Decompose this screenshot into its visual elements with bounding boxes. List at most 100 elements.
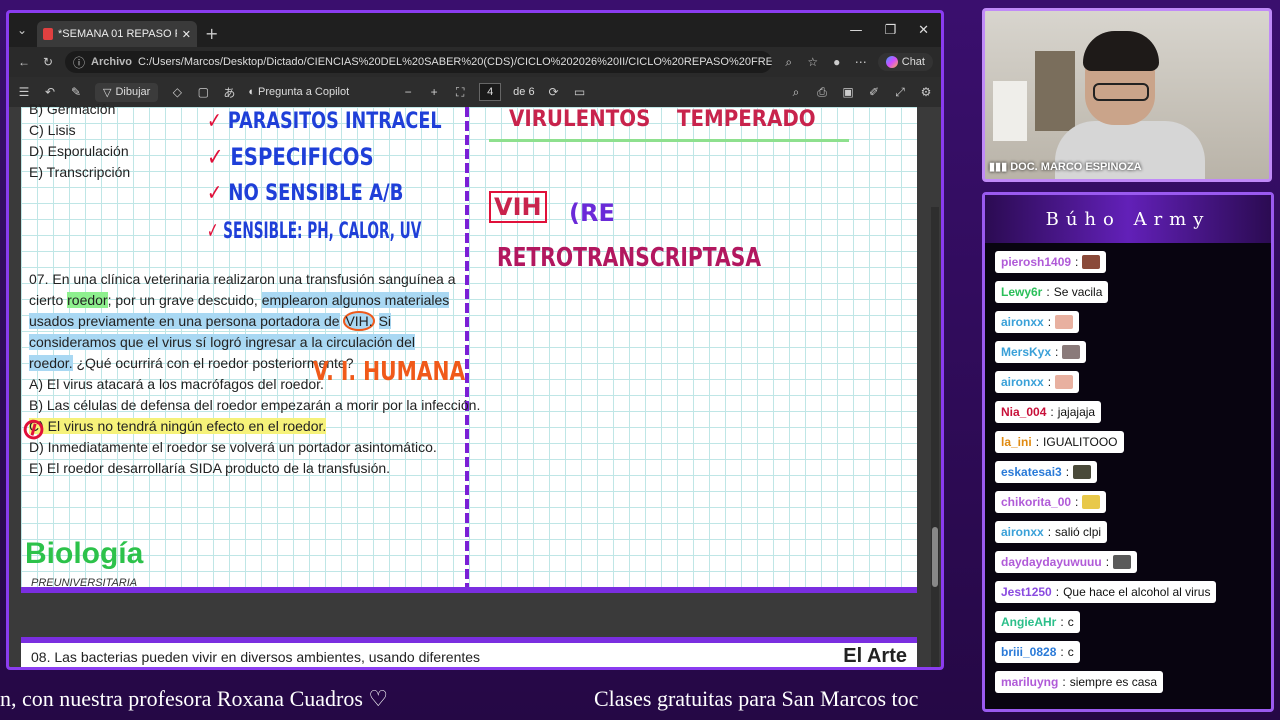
highlight-vih: VIH. [343, 311, 375, 331]
fullscreen-icon[interactable]: ⤢ [893, 85, 907, 99]
webcam-name: DOC. MARCO ESPINOZA [1010, 161, 1142, 173]
search-icon[interactable]: ⌕ [789, 85, 803, 99]
zoom-out-icon[interactable]: − [401, 85, 415, 99]
question-part3: ¿Qué ocurrirá con el roedor posteriormen… [76, 355, 354, 371]
highlight-icon[interactable]: ✎ [69, 85, 83, 99]
chat-message: chikorita_00: [995, 491, 1107, 513]
chat-username[interactable]: chikorita_00 [1001, 495, 1071, 509]
chat-message: Nia_004: jajajaja [995, 401, 1102, 423]
ticker-text-left: n, con nuestra profesora Roxana Cuadros … [0, 686, 389, 711]
chat-emote-icon [1113, 555, 1132, 569]
undo-icon[interactable]: ↶ [43, 85, 57, 99]
restore-icon[interactable]: ❐ [884, 23, 896, 38]
chat-text: c [1067, 615, 1074, 629]
minimize-icon[interactable]: — [849, 23, 862, 38]
option-b: B) Germación [29, 101, 116, 117]
chat-username[interactable]: daydaydayuwuuu [1001, 555, 1102, 569]
chat-username[interactable]: eskatesai3 [1001, 465, 1062, 479]
ticker-bar: n, con nuestra profesora Roxana Cuadros … [0, 684, 958, 720]
refresh-icon[interactable]: ↻ [41, 55, 55, 69]
chat-username[interactable]: Lewy6r [1001, 285, 1042, 299]
footer-preuniversitaria: PREUNIVERSITARIA [31, 577, 138, 589]
copilot-small-icon: ◐ [248, 86, 259, 98]
close-window-icon[interactable]: ✕ [918, 23, 929, 38]
background-wall-item [993, 81, 1027, 141]
page-total: de 6 [513, 86, 535, 98]
chat-username[interactable]: pierosh1409 [1001, 255, 1071, 269]
url-text: C:/Users/Marcos/Desktop/Dictado/CIENCIAS… [137, 56, 772, 68]
tab-title: *SEMANA 01 REPASO FREE - DOC [58, 28, 177, 40]
pdf-page: B) Germación C) Lisis D) Esporulación E)… [14, 101, 917, 593]
annotation-no-sensible: ✓ NO SENSIBLE A/B [207, 181, 404, 206]
answer-e: E) El roedor desarrollaría SIDA producto… [29, 460, 391, 476]
presenter-hair [1083, 31, 1159, 71]
chat-emote-icon [1082, 255, 1101, 269]
page-number-input[interactable]: 4 [479, 83, 502, 101]
chat-message: eskatesai3: [995, 461, 1098, 483]
chat-username[interactable]: MersKyx [1001, 345, 1051, 359]
read-aloud-icon[interactable]: あ [222, 85, 236, 100]
chat-username[interactable]: Jest1250 [1001, 585, 1052, 599]
question-part2: ; por un grave descuido, [107, 292, 258, 308]
chat-separator: : [1075, 255, 1079, 269]
save-icon[interactable]: ▣ [841, 85, 855, 99]
previous-options: B) Germación C) Lisis D) Esporulación E)… [29, 101, 131, 183]
fit-page-icon[interactable]: ⛶ [453, 85, 467, 99]
profile-icon[interactable]: ● [830, 55, 844, 69]
new-tab-button[interactable]: + [205, 24, 218, 43]
chat-text: IGUALITOOO [1043, 435, 1118, 449]
chat-separator: : [1065, 465, 1070, 479]
annotation-sensible: ✓ SENSIBLE: PH, CALOR, UV [207, 219, 422, 244]
chat-emote-icon [1082, 495, 1101, 509]
print-icon[interactable]: ⎙ [815, 85, 829, 99]
chat-username[interactable]: mariluyng [1001, 675, 1058, 689]
back-icon[interactable]: ← [17, 55, 31, 69]
answer-b: B) Las células de defensa del roedor emp… [29, 397, 481, 413]
option-e: E) Transcripción [29, 164, 131, 180]
chat-username[interactable]: briii_0828 [1001, 645, 1056, 659]
chat-separator: : [1060, 645, 1064, 659]
favorite-icon[interactable]: ☆ [806, 55, 820, 69]
rotate-icon[interactable]: ⟳ [547, 85, 561, 99]
vertical-scrollbar[interactable] [931, 207, 939, 667]
chat-separator: : [1047, 375, 1052, 389]
copilot-chat-button[interactable]: Chat [877, 53, 933, 71]
annotation-parasitos: ✓ PARASITOS INTRACEL [207, 109, 442, 134]
green-underline [489, 139, 849, 142]
chat-username[interactable]: AngieAHr [1001, 615, 1056, 629]
option-d: D) Esporulación [29, 143, 129, 159]
url-field[interactable]: ⓘ Archivo C:/Users/Marcos/Desktop/Dictad… [65, 51, 772, 73]
chat-text: salió clpi [1055, 525, 1102, 539]
chat-message: mariluyng: siempre es casa [995, 671, 1164, 693]
close-tab-icon[interactable]: ✕ [182, 28, 191, 41]
chat-username[interactable]: aironxx [1001, 315, 1044, 329]
chat-username[interactable]: la_ini [1001, 435, 1032, 449]
zoom-icon[interactable]: ⌕ [782, 55, 796, 69]
footer-biologia: Biología [25, 537, 144, 570]
zoom-in-icon[interactable]: + [427, 85, 441, 99]
chat-separator: : [1075, 495, 1079, 509]
copilot-ask-button[interactable]: ◐ Pregunta a Copilot [248, 86, 349, 98]
tab-pdf[interactable]: *SEMANA 01 REPASO FREE - DOC ✕ [37, 21, 197, 47]
scrollbar-thumb[interactable] [932, 527, 938, 587]
tab-bar: ⌄ *SEMANA 01 REPASO FREE - DOC ✕ + — ❐ ✕ [9, 13, 941, 47]
chat-text: jajajaja [1057, 405, 1096, 419]
annotation-vih: VIH [489, 191, 547, 223]
textbox-icon[interactable]: ▢ [196, 85, 210, 99]
page-view-icon[interactable]: ▭ [573, 85, 587, 99]
page-divider [465, 107, 469, 587]
copilot-icon [885, 56, 898, 68]
tab-actions-icon[interactable]: ⌄ [15, 23, 29, 37]
chat-username[interactable]: aironxx [1001, 375, 1044, 389]
contents-icon[interactable]: ☰ [17, 85, 31, 99]
settings-icon[interactable]: ⚙ [919, 85, 933, 99]
chat-username[interactable]: aironxx [1001, 525, 1044, 539]
more-icon[interactable]: ⋯ [854, 55, 868, 69]
chat-emote-icon [1055, 315, 1074, 329]
eraser-icon[interactable]: ◇ [170, 85, 184, 99]
chat-message: pierosh1409: [995, 251, 1107, 273]
save-as-icon[interactable]: ✐ [867, 85, 881, 99]
option-c: C) Lisis [29, 122, 76, 138]
chat-username[interactable]: Nia_004 [1001, 405, 1046, 419]
info-icon: ⓘ [73, 55, 86, 70]
